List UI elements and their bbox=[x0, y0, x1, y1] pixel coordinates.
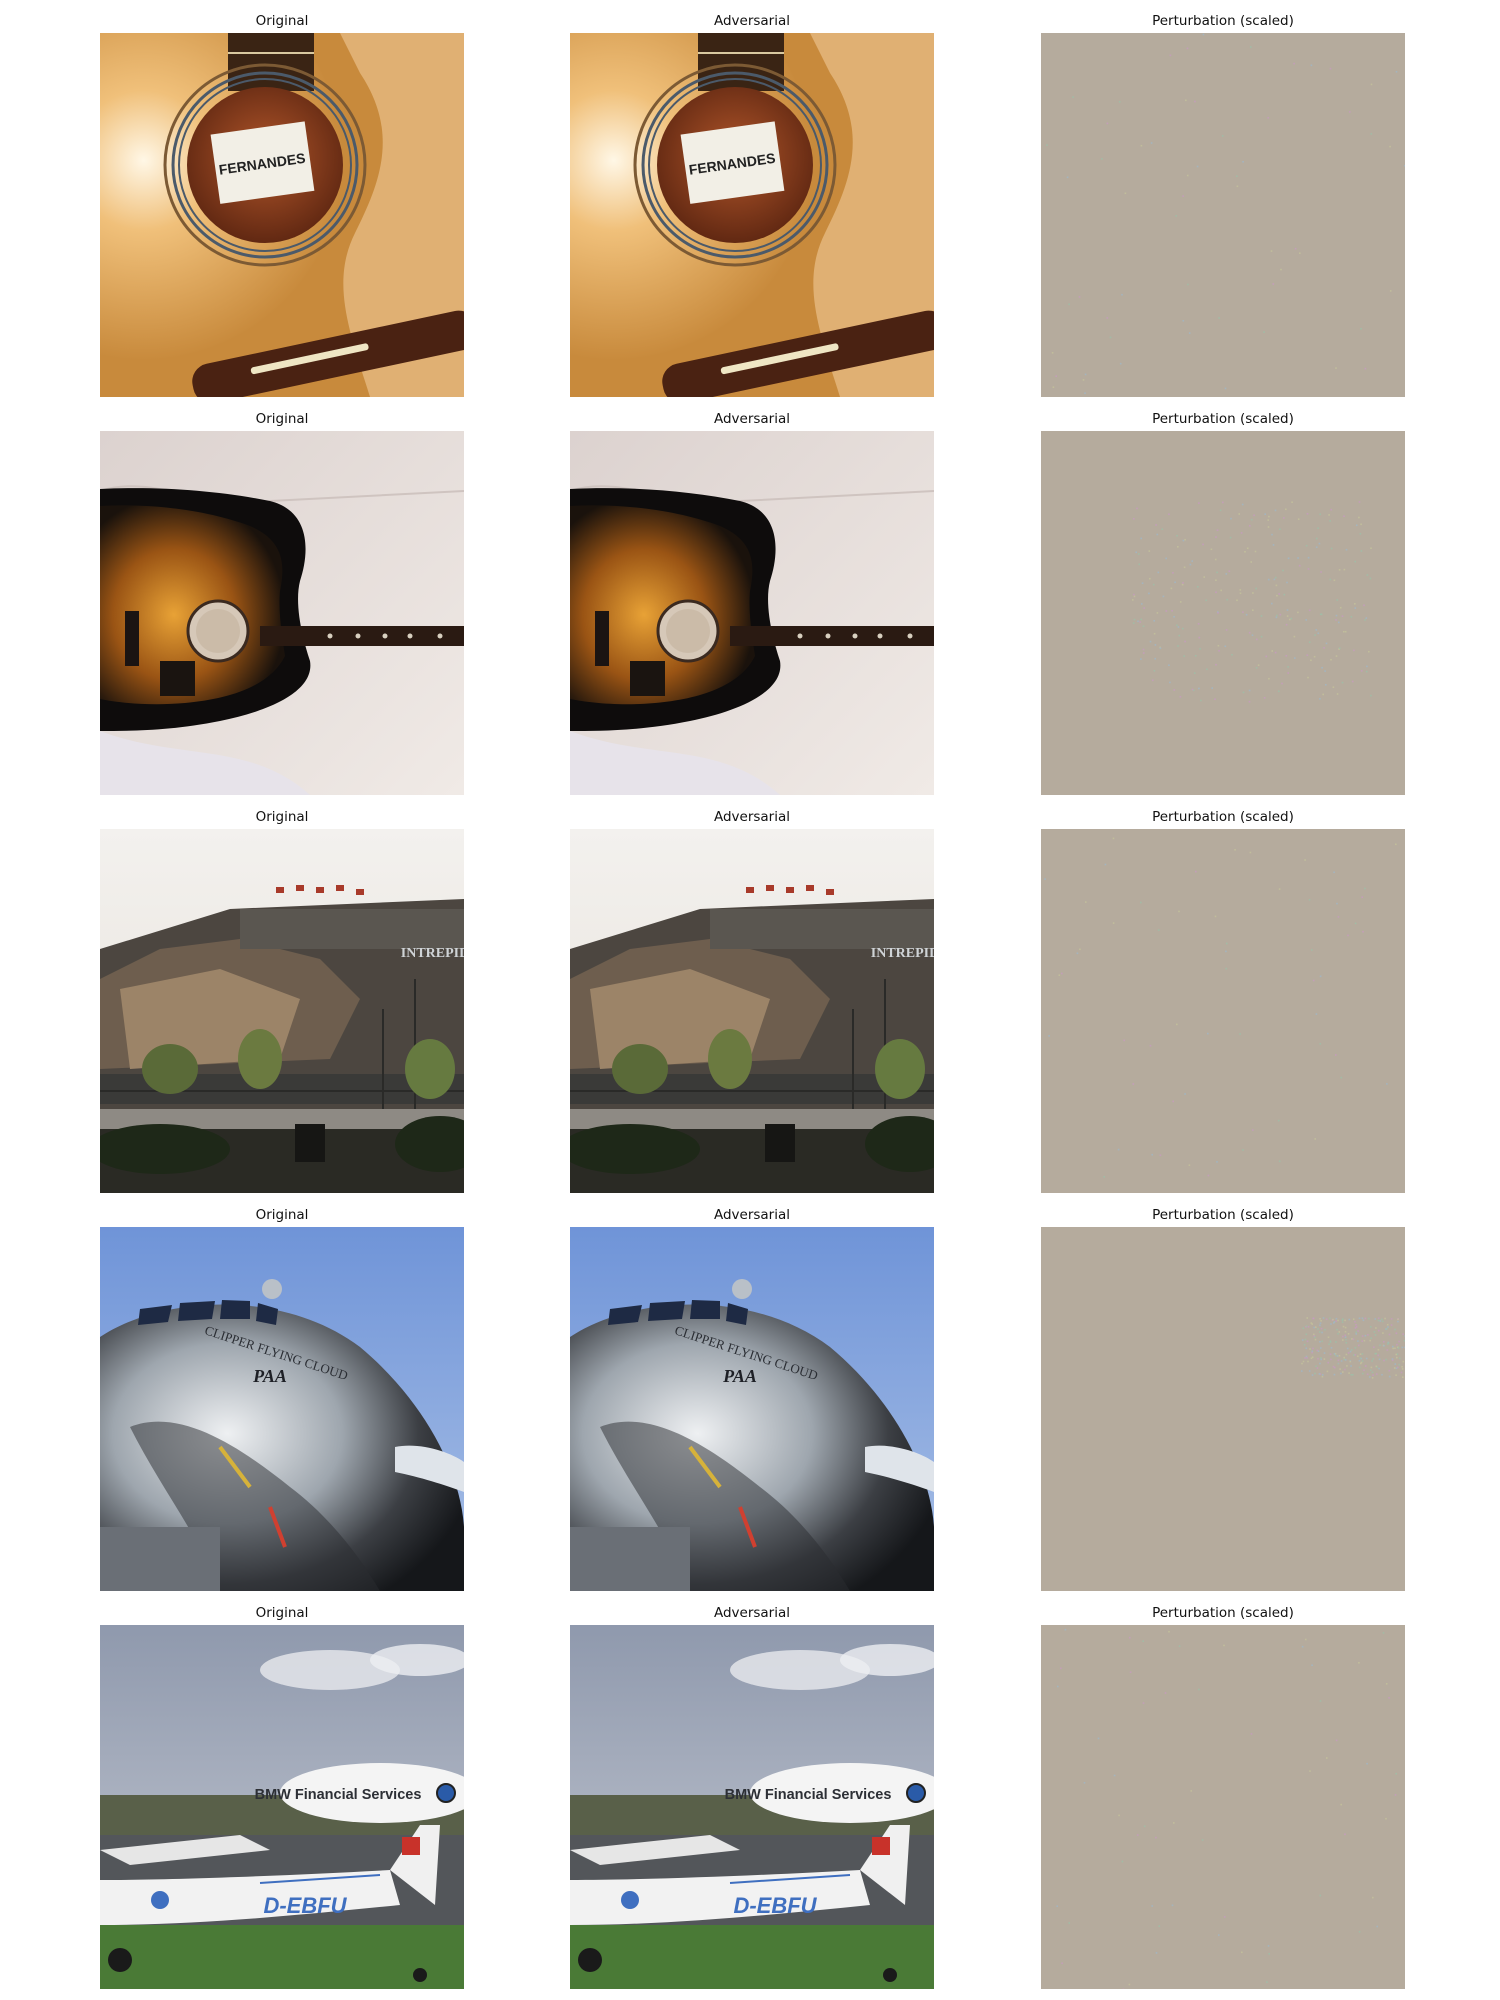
original-image-sunburst-guitar bbox=[100, 431, 464, 795]
adversarial-image-sunburst-guitar bbox=[570, 431, 934, 795]
adversarial-image-chrome-airliner: CLIPPER FLYING CLOUD PAA bbox=[570, 1227, 934, 1591]
adversarial-image-aircraft-carrier: INTREPID bbox=[570, 829, 934, 1193]
perturbation-title: Perturbation (scaled) bbox=[1152, 411, 1294, 427]
original-image-blimp-and-plane: BMW Financial Services D-EBFU bbox=[100, 1625, 464, 1989]
perturbation-image-guitar-soundhole bbox=[1041, 33, 1405, 397]
perturbation-title: Perturbation (scaled) bbox=[1152, 1605, 1294, 1621]
registration-text: D-EBFU bbox=[733, 1893, 817, 1918]
perturbation-image-blimp-and-plane bbox=[1041, 1625, 1405, 1989]
hull-text: INTREPID bbox=[401, 946, 464, 961]
perturbation-image-aircraft-carrier bbox=[1041, 829, 1405, 1193]
perturbation-title: Perturbation (scaled) bbox=[1152, 809, 1294, 825]
original-image-guitar-soundhole: FERNANDES bbox=[100, 33, 464, 397]
adversarial-title: Adversarial bbox=[713, 13, 791, 29]
adversarial-image-blimp-and-plane: BMW Financial Services D-EBFU bbox=[570, 1625, 934, 1989]
hull-text: INTREPID bbox=[871, 946, 934, 961]
original-title: Original bbox=[255, 809, 309, 825]
original-title: Original bbox=[255, 1207, 309, 1223]
adversarial-title: Adversarial bbox=[713, 411, 791, 427]
perturbation-image-sunburst-guitar bbox=[1041, 431, 1405, 795]
registration-text: D-EBFU bbox=[263, 1893, 347, 1918]
original-image-chrome-airliner: CLIPPER FLYING CLOUD PAA bbox=[100, 1227, 464, 1591]
original-image-aircraft-carrier: INTREPID bbox=[100, 829, 464, 1193]
blimp-text: BMW Financial Services bbox=[255, 1787, 422, 1803]
original-title: Original bbox=[255, 411, 309, 427]
adversarial-image-guitar-soundhole: FERNANDES bbox=[570, 33, 934, 397]
blimp-text: BMW Financial Services bbox=[725, 1787, 892, 1803]
perturbation-title: Perturbation (scaled) bbox=[1152, 1207, 1294, 1223]
adversarial-title: Adversarial bbox=[713, 1605, 791, 1621]
logo-text: PAA bbox=[252, 1366, 287, 1386]
perturbation-title: Perturbation (scaled) bbox=[1152, 13, 1294, 29]
logo-text: PAA bbox=[722, 1366, 757, 1386]
perturbation-image-chrome-airliner bbox=[1041, 1227, 1405, 1591]
original-title: Original bbox=[255, 13, 309, 29]
original-title: Original bbox=[255, 1605, 309, 1621]
adversarial-title: Adversarial bbox=[713, 1207, 791, 1223]
adversarial-title: Adversarial bbox=[713, 809, 791, 825]
